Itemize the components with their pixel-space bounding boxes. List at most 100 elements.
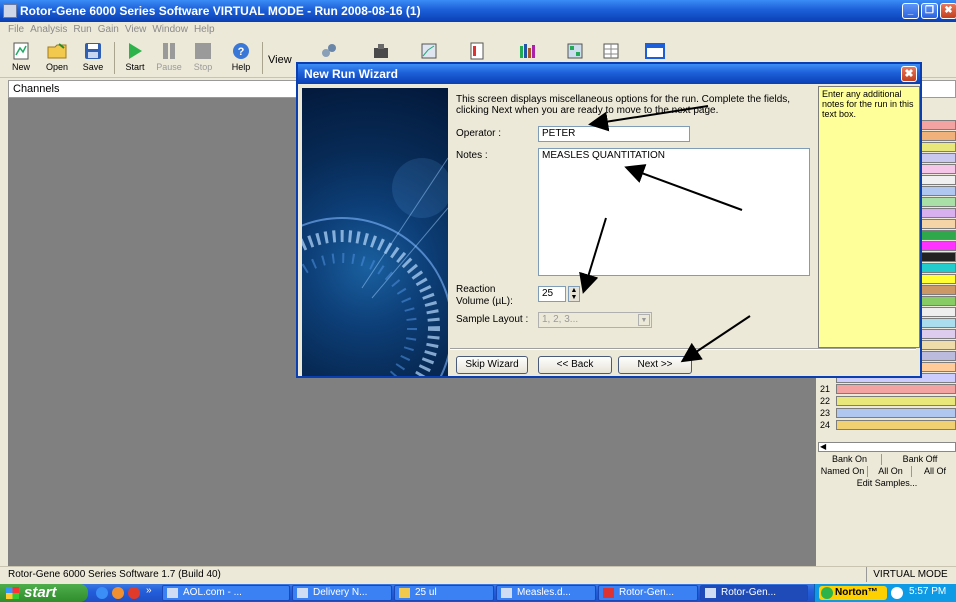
notes-label: Notes :: [456, 150, 488, 161]
status-bar: Rotor-Gene 6000 Series Software 1.7 (Bui…: [0, 566, 956, 582]
side-note-panel: Enter any additional notes for the run i…: [818, 86, 920, 348]
help-button[interactable]: ? Help: [224, 42, 258, 76]
channel-swatch[interactable]: [836, 396, 956, 406]
stepper-down-icon[interactable]: ▼: [569, 294, 579, 301]
system-tray: Norton™ 5:57 PM: [814, 584, 956, 602]
stop-button[interactable]: Stop: [186, 42, 220, 76]
taskbar-item[interactable]: Rotor-Gen...: [598, 585, 698, 601]
analysis-icon[interactable]: [420, 42, 438, 60]
channels-icon[interactable]: [518, 42, 536, 60]
view-label: View: [268, 54, 292, 66]
taskbar: start » AOL.com - ... Delivery N... 25 u…: [0, 584, 956, 602]
menu-run[interactable]: Run: [70, 22, 94, 38]
reaction-volume-input[interactable]: 25: [538, 286, 566, 302]
taskbar-item-label: Delivery N...: [313, 587, 368, 598]
bank-on-button[interactable]: Bank On: [818, 454, 882, 465]
row-number: 24: [820, 420, 831, 430]
pause-button[interactable]: Pause: [152, 42, 186, 76]
dialog-close-button[interactable]: ✖: [901, 66, 917, 82]
horizontal-scrollbar[interactable]: ◀: [818, 442, 956, 452]
status-version-text: Rotor-Gene 6000 Series Software 1.7 (Bui…: [8, 569, 221, 580]
firefox-icon[interactable]: [112, 587, 124, 599]
norton-badge[interactable]: Norton™: [819, 586, 887, 600]
new-run-wizard-dialog: New Run Wizard ✖ This screen displays mi…: [296, 62, 922, 378]
new-button[interactable]: New: [4, 42, 38, 76]
help-label: Help: [231, 62, 251, 72]
close-button[interactable]: ✖: [940, 3, 956, 19]
folder-icon: [47, 43, 67, 59]
channel-swatch[interactable]: [836, 384, 956, 394]
menu-gain[interactable]: Gain: [95, 22, 122, 38]
samples-icon[interactable]: [566, 42, 584, 60]
menu-analysis[interactable]: Analysis: [27, 22, 70, 38]
taskbar-item[interactable]: Measles.d...: [496, 585, 596, 601]
new-label: New: [11, 62, 30, 72]
stepper-up-icon[interactable]: ▲: [569, 287, 579, 294]
menu-file[interactable]: File: [0, 22, 27, 38]
app-icon: [3, 4, 17, 18]
save-label: Save: [82, 62, 104, 72]
menu-view[interactable]: View: [122, 22, 150, 38]
taskbar-item-active[interactable]: Rotor-Gen...: [700, 585, 808, 601]
open-button[interactable]: Open: [40, 42, 74, 76]
maximize-button[interactable]: ❐: [921, 3, 938, 19]
row-number: 22: [820, 396, 831, 406]
reaction-volume-stepper[interactable]: ▲ ▼: [568, 286, 580, 302]
chevron-down-icon[interactable]: ▼: [638, 314, 650, 326]
play-icon: [129, 43, 142, 59]
taskbar-item-label: 25 ul: [415, 587, 437, 598]
next-button[interactable]: Next >>: [618, 356, 692, 374]
named-on-button[interactable]: Named On: [818, 466, 868, 477]
media-player-icon[interactable]: [128, 587, 140, 599]
back-button[interactable]: << Back: [538, 356, 612, 374]
taskbar-item[interactable]: Delivery N...: [292, 585, 392, 601]
table-icon[interactable]: [602, 42, 620, 60]
rotor-icon[interactable]: [372, 42, 390, 60]
menu-window[interactable]: Window: [149, 22, 191, 38]
folder-icon: [399, 588, 410, 598]
all-on-button[interactable]: All On: [870, 466, 912, 477]
save-button[interactable]: Save: [76, 42, 110, 76]
all-off-button[interactable]: All Of: [914, 466, 956, 477]
wizard-banner-image: [302, 88, 448, 376]
scroll-left-icon[interactable]: ◀: [820, 442, 826, 451]
notes-textarea[interactable]: MEASLES QUANTITATION: [538, 148, 810, 276]
sample-layout-select[interactable]: 1, 2, 3... ▼: [538, 312, 652, 328]
taskbar-item[interactable]: AOL.com - ...: [162, 585, 290, 601]
taskbar-item-label: AOL.com - ...: [183, 587, 242, 598]
sample-layout-label: Sample Layout :: [456, 314, 529, 325]
channel-swatch[interactable]: [836, 408, 956, 418]
window-title: Rotor-Gene 6000 Series Software VIRTUAL …: [20, 4, 421, 18]
new-run-icon: [13, 42, 29, 60]
settings-gears-icon[interactable]: [320, 42, 338, 60]
taskbar-item[interactable]: 25 ul: [394, 585, 494, 601]
operator-label: Operator :: [456, 128, 502, 139]
channel-swatch[interactable]: [836, 420, 956, 430]
status-mode-text: VIRTUAL MODE: [866, 567, 954, 582]
norton-label: Norton™: [835, 587, 878, 598]
minimize-button[interactable]: _: [902, 3, 919, 19]
svg-text:?: ?: [238, 46, 245, 58]
volume-icon[interactable]: [891, 587, 903, 599]
ie-icon[interactable]: [96, 587, 108, 599]
stop-icon: [195, 43, 211, 59]
menu-bar: File Analysis Run Gain View Window Help: [0, 22, 956, 38]
start-button-taskbar[interactable]: start: [0, 584, 88, 602]
taskbar-item-label: Rotor-Gen...: [721, 587, 777, 598]
rotor-gene-icon: [705, 588, 716, 598]
window-icon[interactable]: [644, 42, 666, 60]
open-label: Open: [45, 62, 69, 72]
row-number: 21: [820, 384, 831, 394]
bank-off-button[interactable]: Bank Off: [884, 454, 956, 465]
start-button[interactable]: Start: [118, 42, 152, 76]
operator-input[interactable]: PETER: [538, 126, 690, 142]
report-icon[interactable]: [468, 42, 486, 60]
help-icon: ?: [233, 43, 249, 59]
edit-samples-button[interactable]: Edit Samples...: [818, 478, 956, 489]
window-title-bar: Rotor-Gene 6000 Series Software VIRTUAL …: [0, 0, 956, 22]
taskbar-item-label: Measles.d...: [517, 587, 571, 598]
taskbar-item-label: Rotor-Gen...: [619, 587, 675, 598]
skip-wizard-button[interactable]: Skip Wizard: [456, 356, 528, 374]
menu-help[interactable]: Help: [191, 22, 218, 38]
overflow-chevron-icon[interactable]: »: [146, 585, 152, 596]
